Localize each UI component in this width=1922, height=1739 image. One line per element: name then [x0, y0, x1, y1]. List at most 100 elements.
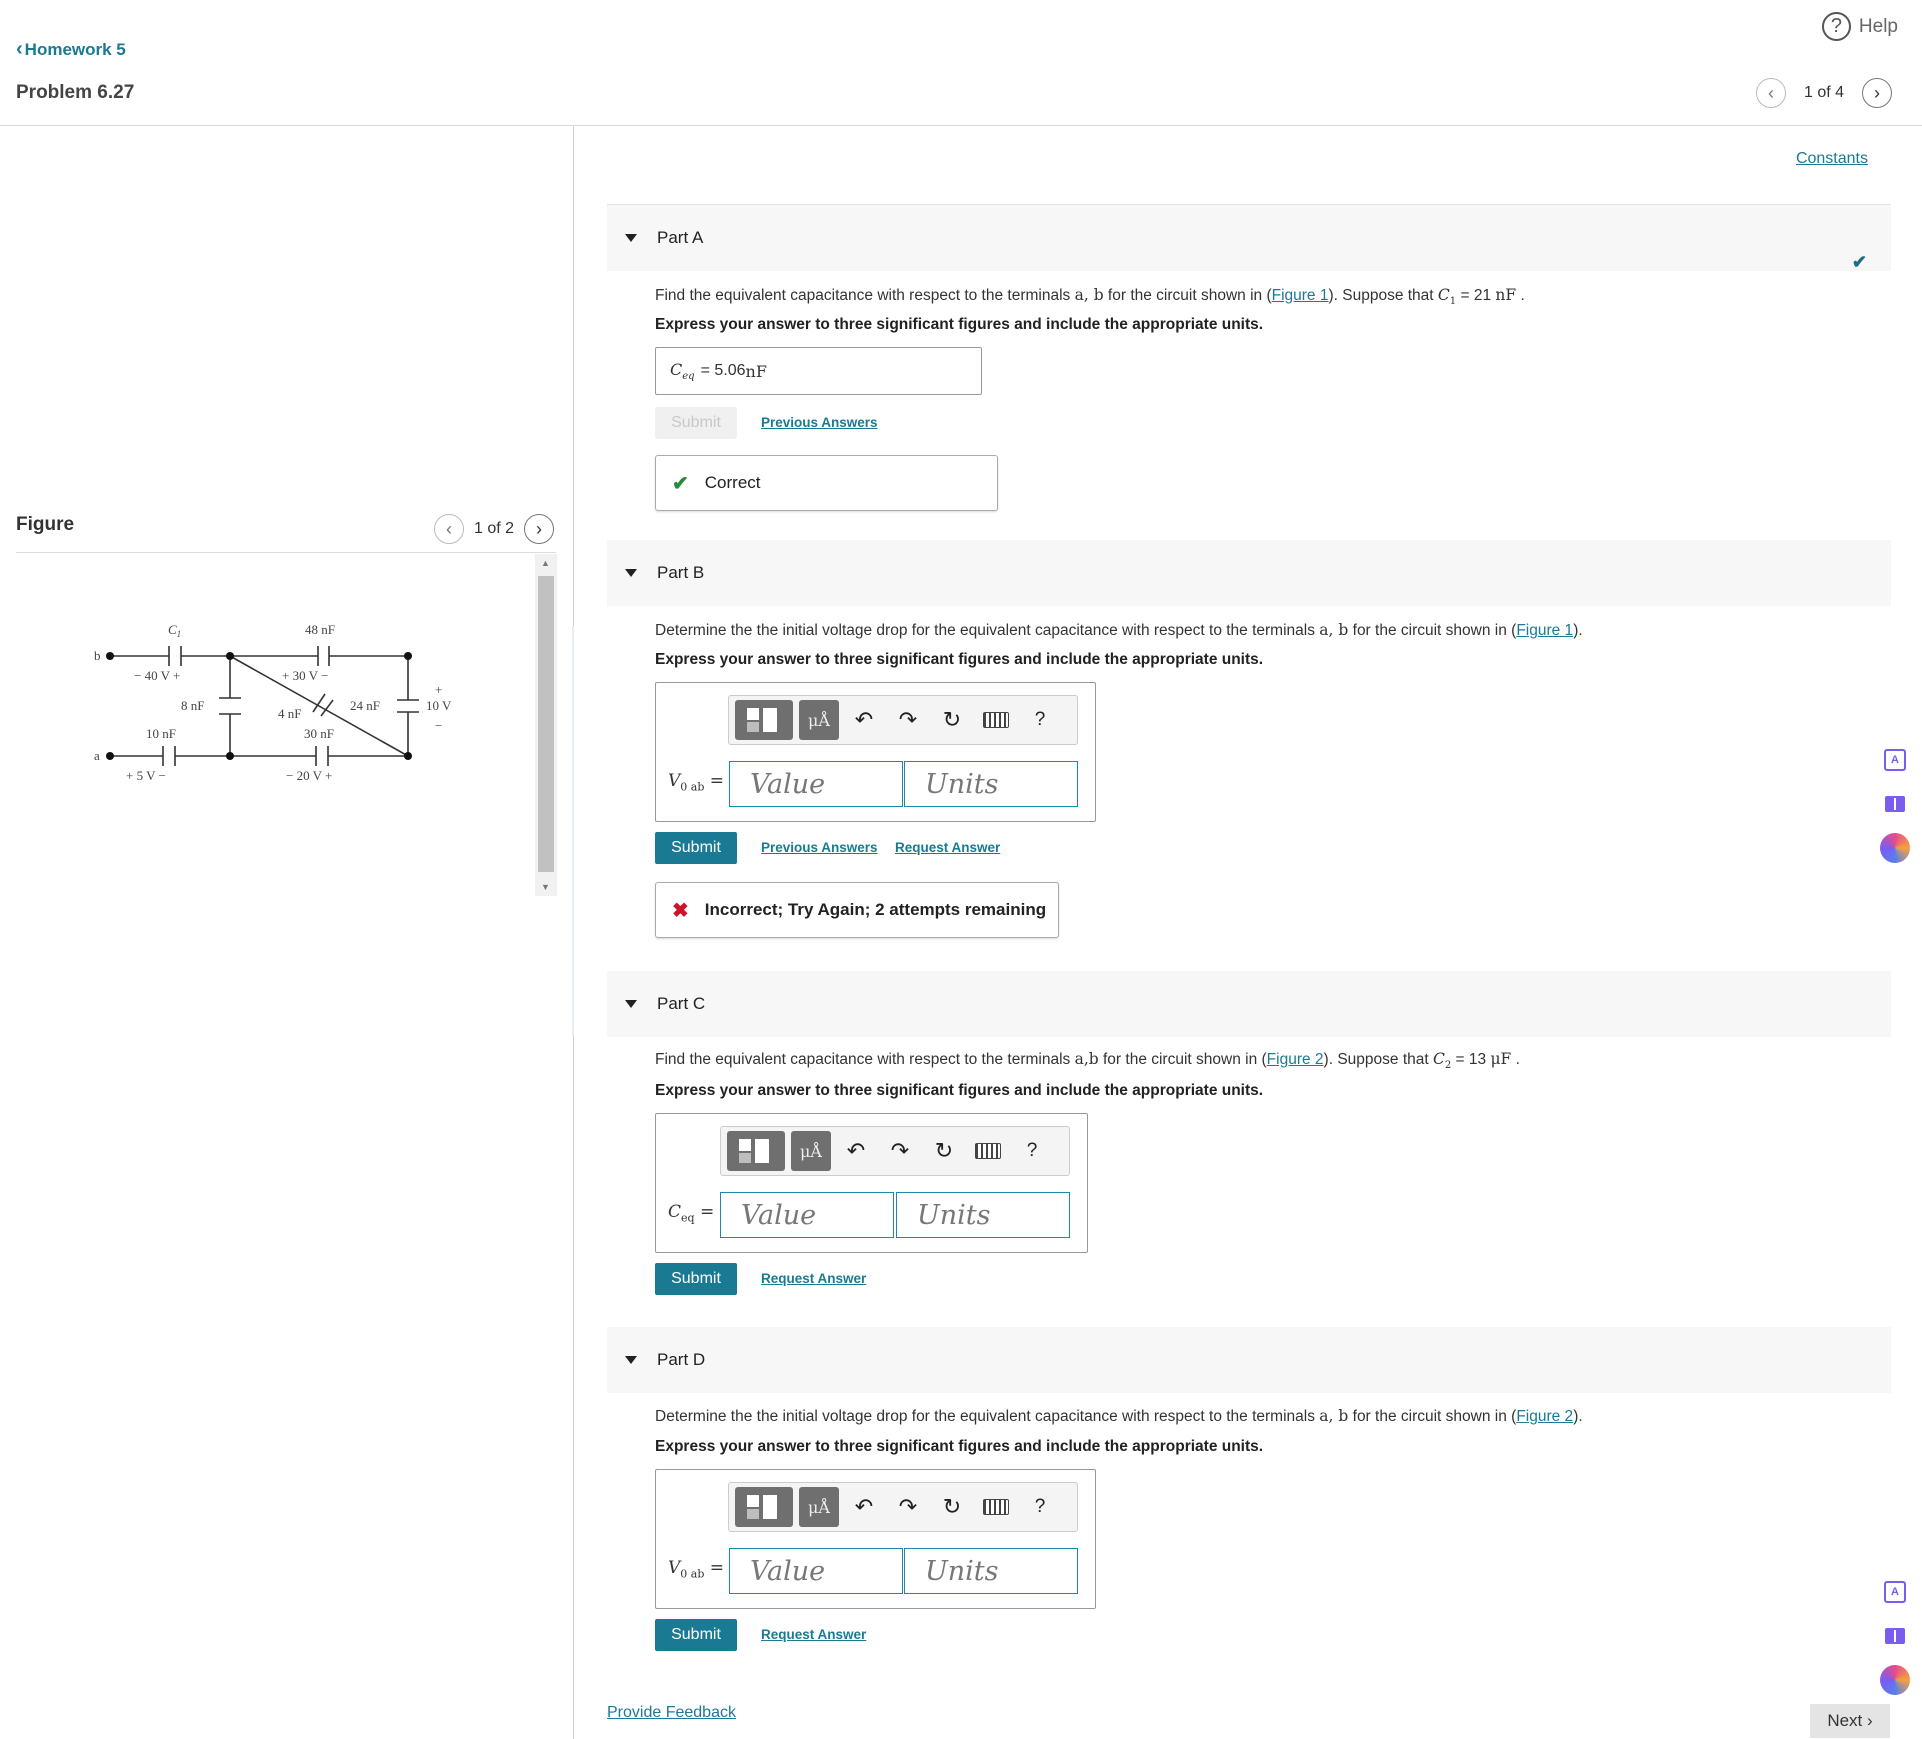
figure-1-link[interactable]: Figure 1: [1272, 287, 1329, 304]
undo-icon[interactable]: ↶: [845, 700, 883, 740]
units-input[interactable]: Units: [904, 761, 1078, 807]
next-figure-button[interactable]: ›: [524, 514, 555, 544]
previous-problem-button[interactable]: ‹: [1755, 78, 1786, 108]
units-button[interactable]: μÅ: [799, 700, 839, 740]
part-d-header[interactable]: Part D: [607, 1327, 1891, 1393]
previous-figure-button[interactable]: ‹: [434, 514, 464, 544]
x-mark-icon: ✖: [672, 899, 689, 922]
ai-assistant-tool[interactable]: [1872, 826, 1918, 870]
c4-label: 4 nF: [278, 706, 301, 721]
part-d-request-answer-link[interactable]: Request Answer: [761, 1627, 866, 1642]
keyboard-icon[interactable]: [969, 1131, 1007, 1171]
units-button[interactable]: μÅ: [799, 1487, 839, 1527]
help-question-icon[interactable]: ?: [1021, 1487, 1059, 1527]
part-a-title: Part A: [657, 228, 704, 247]
v40-label: − 40 V +: [134, 668, 180, 683]
equation-label: V0 ab =: [668, 1558, 725, 1581]
reset-icon[interactable]: ↻: [925, 1131, 963, 1171]
part-b-previous-answers-link[interactable]: Previous Answers: [761, 840, 878, 855]
part-c-request-answer-link[interactable]: Request Answer: [761, 1271, 866, 1286]
part-d-title: Part D: [657, 1350, 706, 1369]
redo-icon[interactable]: ↷: [889, 1487, 927, 1527]
units-button[interactable]: μÅ: [791, 1131, 831, 1171]
next-problem-button[interactable]: ›: [1862, 78, 1892, 108]
scrollbar-thumb[interactable]: [538, 576, 554, 872]
redo-icon[interactable]: ↷: [881, 1131, 919, 1171]
constants-link[interactable]: Constants: [1796, 150, 1868, 168]
side-tools-bottom: A: [1872, 1570, 1922, 1702]
answer-value: = 5.06: [700, 362, 746, 379]
figure-2-link[interactable]: Figure 2: [1267, 1051, 1324, 1068]
value-input[interactable]: Value: [729, 761, 903, 807]
ai-assistant-tool[interactable]: [1872, 1658, 1918, 1702]
value-input[interactable]: Value: [729, 1548, 903, 1594]
c24-label: 24 nF: [350, 698, 380, 713]
part-b-instruction: Express your answer to three significant…: [655, 651, 1264, 668]
part-b-request-answer-link[interactable]: Request Answer: [895, 840, 1000, 855]
v10-label: 10 V: [426, 698, 452, 713]
part-b-header[interactable]: Part B: [607, 540, 1891, 606]
c48-label: 48 nF: [305, 622, 335, 637]
keyboard-icon[interactable]: [977, 1487, 1015, 1527]
undo-icon[interactable]: ↶: [837, 1131, 875, 1171]
help-question-icon[interactable]: ?: [1013, 1131, 1051, 1171]
part-b-submit-button[interactable]: Submit: [655, 832, 737, 864]
translate-icon: A: [1884, 749, 1906, 771]
templates-button[interactable]: [727, 1131, 785, 1171]
node-b-label: b: [94, 648, 101, 663]
c30-label: 30 nF: [304, 726, 334, 741]
caret-down-icon: [625, 569, 637, 577]
translate-icon: A: [1884, 1581, 1906, 1603]
part-c-submit-button[interactable]: Submit: [655, 1263, 737, 1295]
redo-icon[interactable]: ↷: [889, 700, 927, 740]
part-a-prompt: Find the equivalent capacitance with res…: [655, 286, 1525, 308]
scroll-up-arrow-icon[interactable]: ▲: [541, 558, 550, 568]
figure-1-link[interactable]: Figure 1: [1516, 622, 1573, 639]
v10-plus-label: +: [435, 682, 442, 697]
part-c-answer-editor: μÅ ↶ ↷ ↻ ? Ceq = Value Units: [655, 1113, 1088, 1253]
units-input[interactable]: Units: [896, 1192, 1070, 1238]
part-c-header[interactable]: Part C: [607, 971, 1891, 1037]
part-b-answer-editor: μÅ ↶ ↷ ↻ ? V0 ab = Value Units: [655, 682, 1096, 822]
part-d-instruction: Express your answer to three significant…: [655, 1438, 1264, 1455]
part-d-answer-editor: μÅ ↶ ↷ ↻ ? V0 ab = Value Units: [655, 1469, 1096, 1609]
reader-tool[interactable]: [1872, 782, 1918, 826]
part-d-submit-button[interactable]: Submit: [655, 1619, 737, 1651]
templates-button[interactable]: [735, 700, 793, 740]
reset-icon[interactable]: ↻: [933, 1487, 971, 1527]
templates-button[interactable]: [735, 1487, 793, 1527]
units-input[interactable]: Units: [904, 1548, 1078, 1594]
part-c-instruction: Express your answer to three significant…: [655, 1082, 1264, 1099]
brain-icon: [1880, 833, 1910, 863]
part-a-answer-display: Ceq = 5.06 nF: [655, 347, 982, 395]
keyboard-icon[interactable]: [977, 700, 1015, 740]
node-a-label: a: [94, 748, 100, 763]
part-a-submit-button[interactable]: Submit: [655, 407, 737, 439]
help-question-icon[interactable]: ?: [1021, 700, 1059, 740]
figure-pager-text: 1 of 2: [474, 520, 515, 537]
undo-icon[interactable]: ↶: [845, 1487, 883, 1527]
part-a-header[interactable]: Part A ✔: [607, 205, 1891, 272]
back-to-homework-link[interactable]: ‹ Homework 5: [16, 38, 126, 61]
back-link-label: Homework 5: [24, 40, 126, 59]
v5-label: + 5 V −: [126, 768, 166, 783]
figure-2-link[interactable]: Figure 2: [1516, 1408, 1573, 1425]
next-button[interactable]: Next ›: [1810, 1704, 1890, 1738]
scroll-down-arrow-icon[interactable]: ▼: [541, 882, 550, 892]
caret-down-icon: [625, 1356, 637, 1364]
problem-pager-text: 1 of 4: [1803, 84, 1844, 101]
figure-divider: [16, 552, 556, 553]
part-a-previous-answers-link[interactable]: Previous Answers: [761, 415, 878, 430]
value-input[interactable]: Value: [720, 1192, 894, 1238]
circuit-diagram: C1 48 nF − 40 V + + 30 V − 8 nF 4 nF 24 …: [94, 622, 452, 783]
translate-tool[interactable]: A: [1872, 1570, 1918, 1614]
reset-icon[interactable]: ↻: [933, 700, 971, 740]
c1-label: C1: [168, 622, 181, 639]
reader-tool[interactable]: [1872, 1614, 1918, 1658]
provide-feedback-link[interactable]: Provide Feedback: [607, 1704, 736, 1722]
help-button[interactable]: ? Help: [1821, 12, 1898, 41]
brain-icon: [1880, 1665, 1910, 1695]
translate-tool[interactable]: A: [1872, 738, 1918, 782]
figure-scrollbar[interactable]: ▲ ▼: [535, 554, 557, 896]
math-toolbar: μÅ ↶ ↷ ↻ ?: [728, 695, 1078, 745]
